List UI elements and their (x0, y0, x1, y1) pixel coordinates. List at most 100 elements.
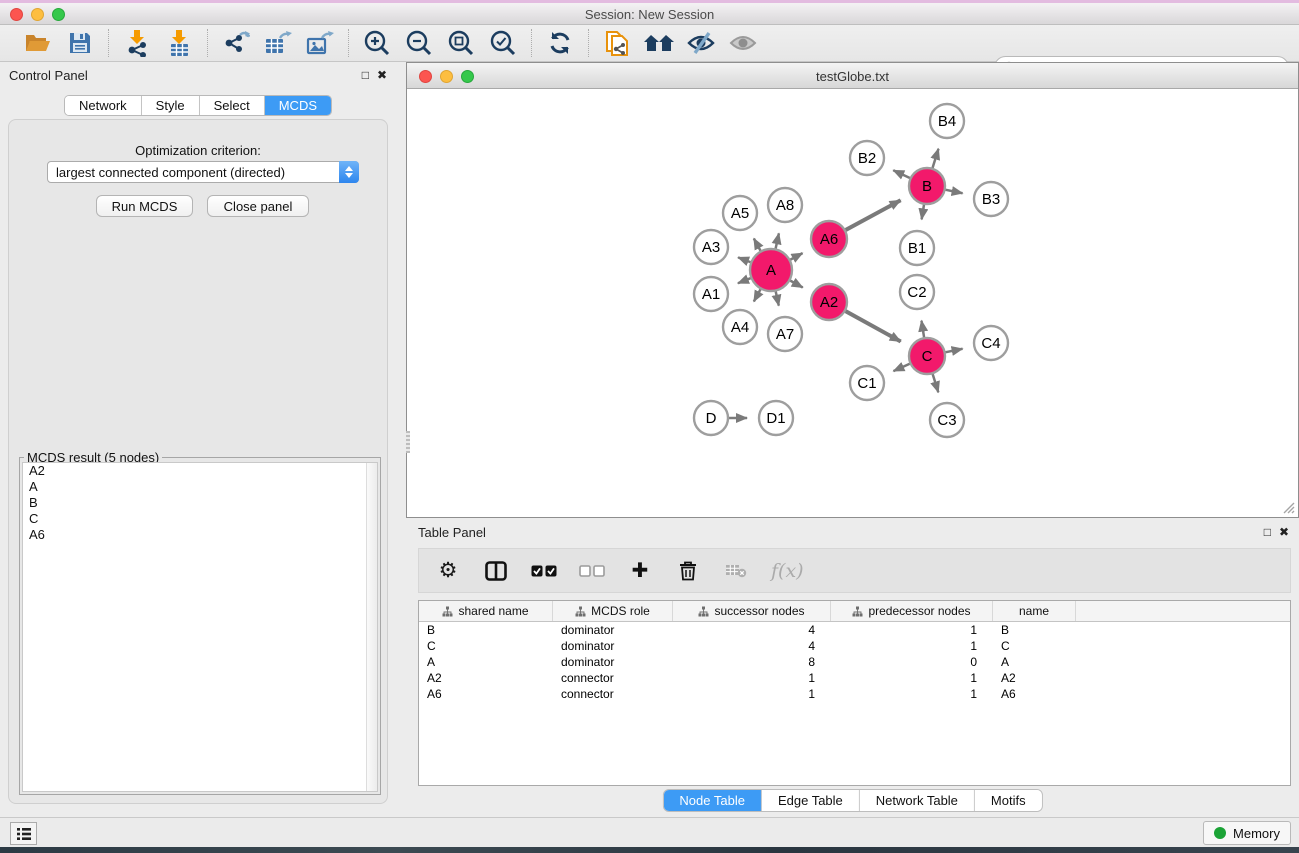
graph-node-C[interactable]: C (909, 338, 945, 374)
network-canvas[interactable]: B4 B2 B B3 A5 A8 A6 B1 A3 A C2 A1 A2 A4 A7 C4 C C1 C3 D D1 (408, 89, 1297, 516)
close-panel-icon[interactable]: ✖ (377, 68, 387, 82)
graph-edge-C-C4[interactable] (945, 349, 963, 353)
delete-table-icon[interactable] (723, 558, 749, 584)
float-table-panel-icon[interactable]: □ (1264, 525, 1271, 539)
deselect-checkboxes-icon[interactable] (579, 558, 605, 584)
column-header-shared-name[interactable]: shared name (419, 601, 553, 621)
column-header-name[interactable]: name (993, 601, 1076, 621)
graph-edge-A-A3[interactable] (738, 257, 751, 262)
duplicate-network-icon[interactable] (601, 28, 633, 58)
zoom-selected-icon[interactable] (487, 28, 519, 58)
graph-node-C3[interactable]: C3 (930, 403, 964, 437)
zoom-in-icon[interactable] (361, 28, 393, 58)
graph-node-A2[interactable]: A2 (811, 284, 847, 320)
table-row[interactable]: A6connector11A6 (419, 686, 1290, 702)
graph-node-A8[interactable]: A8 (768, 188, 802, 222)
tab-mcds[interactable]: MCDS (265, 96, 331, 115)
task-history-button[interactable] (10, 822, 37, 845)
graph-node-B[interactable]: B (909, 168, 945, 204)
mcds-result-item[interactable]: A6 (23, 527, 377, 543)
function-builder-icon[interactable]: f(x) (771, 560, 804, 582)
save-session-icon[interactable] (64, 28, 96, 58)
optimization-criterion-dropdown[interactable]: largest connected component (directed) (47, 161, 359, 183)
graph-node-A1[interactable]: A1 (694, 277, 728, 311)
graph-node-C2[interactable]: C2 (900, 275, 934, 309)
graph-node-B4[interactable]: B4 (930, 104, 964, 138)
mcds-result-item[interactable]: B (23, 495, 377, 511)
eye-icon[interactable] (727, 28, 759, 58)
network-window-titlebar[interactable]: testGlobe.txt (407, 63, 1298, 89)
export-table-icon[interactable] (262, 28, 294, 58)
gear-icon[interactable]: ⚙ (435, 558, 461, 584)
graph-edge-A-A8[interactable] (775, 233, 778, 249)
open-session-icon[interactable] (22, 28, 54, 58)
graph-node-A7[interactable]: A7 (768, 317, 802, 351)
split-column-icon[interactable] (483, 558, 509, 584)
mcds-result-item[interactable]: A (23, 479, 377, 495)
column-header-successor-nodes[interactable]: successor nodes (673, 601, 831, 621)
memory-button[interactable]: Memory (1203, 821, 1291, 845)
table-row[interactable]: Bdominator41B (419, 622, 1290, 638)
graph-node-A[interactable]: A (750, 249, 792, 291)
graph-edge-C-C2[interactable] (921, 321, 924, 339)
graph-node-B3[interactable]: B3 (974, 182, 1008, 216)
splitter-handle[interactable] (406, 431, 410, 453)
graph-edge-B-B1[interactable] (922, 204, 925, 220)
tab-node-table[interactable]: Node Table (663, 790, 762, 811)
zoom-fit-icon[interactable] (445, 28, 477, 58)
graph-edge-A-A2[interactable] (789, 280, 802, 287)
graph-edge-B-B2[interactable] (893, 170, 910, 178)
mcds-result-item[interactable]: C (23, 511, 377, 527)
graph-node-D[interactable]: D (694, 401, 728, 435)
delete-column-icon[interactable] (675, 558, 701, 584)
graph-edge-A-A1[interactable] (738, 278, 752, 283)
graph-edge-A6-B[interactable] (845, 200, 901, 230)
graph-edge-C-C1[interactable] (893, 363, 910, 371)
graph-edge-A-A7[interactable] (775, 291, 778, 306)
graph-node-D1[interactable]: D1 (759, 401, 793, 435)
import-table-icon[interactable] (163, 28, 195, 58)
graph-node-B2[interactable]: B2 (850, 141, 884, 175)
tab-style[interactable]: Style (142, 96, 200, 115)
zoom-out-icon[interactable] (403, 28, 435, 58)
graph-node-C1[interactable]: C1 (850, 366, 884, 400)
graph-node-B1[interactable]: B1 (900, 231, 934, 265)
home-icon[interactable] (643, 28, 675, 58)
graph-node-C4[interactable]: C4 (974, 326, 1008, 360)
graph-node-A5[interactable]: A5 (723, 196, 757, 230)
graph-edge-A-A6[interactable] (790, 253, 803, 260)
graph-edge-B-B3[interactable] (945, 190, 963, 194)
import-network-icon[interactable] (121, 28, 153, 58)
export-image-icon[interactable] (304, 28, 336, 58)
graph-edge-A-A5[interactable] (754, 238, 761, 251)
tab-network[interactable]: Network (65, 96, 142, 115)
graph-node-A6[interactable]: A6 (811, 221, 847, 257)
graph-edge-C-C3[interactable] (932, 373, 938, 392)
resize-grip[interactable] (1281, 500, 1295, 514)
table-row[interactable]: Cdominator41C (419, 638, 1290, 654)
tab-network-table[interactable]: Network Table (860, 790, 975, 811)
close-panel-button[interactable]: Close panel (207, 195, 309, 217)
select-all-checkboxes-icon[interactable] (531, 558, 557, 584)
close-table-panel-icon[interactable]: ✖ (1279, 525, 1289, 539)
run-mcds-button[interactable]: Run MCDS (96, 195, 193, 217)
mcds-result-list[interactable]: A2ABCA6 (22, 462, 378, 792)
add-column-icon[interactable]: ✚ (627, 558, 653, 584)
tab-select[interactable]: Select (200, 96, 265, 115)
column-header-predecessor-nodes[interactable]: predecessor nodes (831, 601, 993, 621)
graph-edge-A-A4[interactable] (754, 288, 761, 301)
refresh-icon[interactable] (544, 28, 576, 58)
table-row[interactable]: Adominator80A (419, 654, 1290, 670)
table-row[interactable]: A2connector11A2 (419, 670, 1290, 686)
graph-node-A3[interactable]: A3 (694, 230, 728, 264)
network-graph[interactable]: B4 B2 B B3 A5 A8 A6 B1 A3 A C2 A1 A2 A4 A7 C4 C C1 C3 D D1 (408, 89, 1297, 517)
export-network-icon[interactable] (220, 28, 252, 58)
tab-edge-table[interactable]: Edge Table (762, 790, 860, 811)
float-panel-icon[interactable]: □ (362, 68, 369, 82)
column-header-MCDS-role[interactable]: MCDS role (553, 601, 673, 621)
mcds-result-item[interactable]: A2 (23, 463, 377, 479)
result-list-scrollbar[interactable] (366, 463, 377, 791)
graph-edge-A2-C[interactable] (845, 311, 901, 342)
eye-slash-icon[interactable] (685, 28, 717, 58)
graph-node-A4[interactable]: A4 (723, 310, 757, 344)
